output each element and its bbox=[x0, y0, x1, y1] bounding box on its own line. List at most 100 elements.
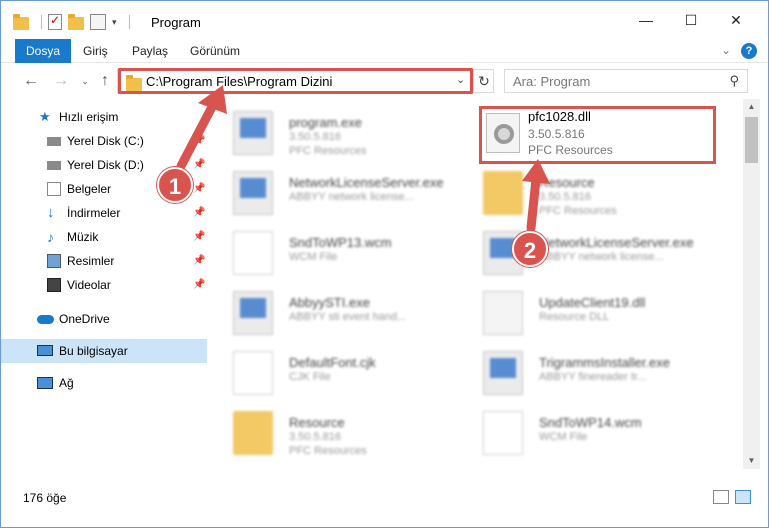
pin-icon[interactable]: 📌 bbox=[193, 249, 205, 273]
refresh-icon[interactable]: ↻ bbox=[473, 70, 494, 92]
list-item[interactable]: Resource 3.50.5.816 PFC Resources bbox=[459, 165, 709, 221]
documents-icon bbox=[47, 182, 61, 196]
file-icon bbox=[233, 351, 273, 395]
computer-icon bbox=[37, 345, 53, 356]
navigation-pane: ★ Hızlı erişim Yerel Disk (C:) 📌 Yerel D… bbox=[1, 99, 207, 461]
back-icon[interactable]: ← bbox=[21, 71, 41, 91]
pin-icon[interactable]: 📌 bbox=[193, 273, 205, 297]
search-icon[interactable]: ⚲ bbox=[729, 73, 739, 89]
sidebar-item-pictures[interactable]: Resimler 📌 bbox=[1, 249, 207, 273]
callout-1: 1 bbox=[157, 167, 193, 203]
star-icon: ★ bbox=[39, 109, 51, 124]
forward-icon[interactable]: → bbox=[51, 71, 71, 91]
file-name: SndToWP14.wcm bbox=[539, 415, 642, 430]
view-menu-icon[interactable] bbox=[90, 14, 106, 30]
window-title: Program bbox=[151, 15, 201, 30]
close-button[interactable]: ✕ bbox=[716, 7, 756, 33]
item-count: 176 öğe bbox=[23, 491, 67, 505]
network-icon bbox=[37, 377, 53, 389]
file-name: NetworkLicenseServer.exe bbox=[539, 235, 694, 250]
tab-home[interactable]: Giriş bbox=[83, 39, 108, 63]
folder-icon bbox=[233, 411, 273, 455]
ribbon-expand-icon[interactable]: ⌄ bbox=[721, 43, 731, 57]
file-version: 3.50.5.816 bbox=[539, 191, 591, 203]
drive-icon bbox=[47, 137, 61, 146]
video-icon bbox=[47, 278, 61, 292]
vertical-scrollbar[interactable]: ▲ ▼ bbox=[743, 99, 760, 469]
maximize-button[interactable]: ☐ bbox=[671, 7, 711, 33]
list-item[interactable]: SndToWP14.wcm WCM File bbox=[459, 405, 709, 461]
file-name: UpdateClient19.dll bbox=[539, 295, 646, 310]
sidebar-item-downloads[interactable]: ↓ İndirmeler 📌 bbox=[1, 201, 207, 225]
large-icons-view-icon[interactable] bbox=[735, 490, 751, 504]
file-icon bbox=[483, 411, 523, 455]
pictures-icon bbox=[47, 254, 61, 268]
navigation-bar: ← → ⌄ ↑ C:\Program Files\Program Dizini … bbox=[1, 63, 768, 99]
search-input[interactable]: Ara: Program ⚲ bbox=[504, 69, 748, 93]
pin-icon[interactable]: 📌 bbox=[193, 129, 205, 153]
sidebar-item-label: Hızlı erişim bbox=[59, 110, 119, 124]
file-company: PFC Resources bbox=[289, 145, 367, 157]
folder-icon bbox=[13, 13, 29, 30]
explorer-window: ▾ Program — ☐ ✕ Dosya Giriş Paylaş Görün… bbox=[0, 0, 769, 528]
exe-file-icon bbox=[233, 291, 273, 335]
file-company: PFC Resources bbox=[289, 445, 367, 457]
scroll-up-icon[interactable]: ▲ bbox=[743, 99, 760, 115]
separator bbox=[128, 15, 130, 29]
file-type: WCM File bbox=[539, 431, 588, 443]
sidebar-item-label: Yerel Disk (D:) bbox=[67, 158, 144, 172]
pin-icon[interactable]: 📌 bbox=[193, 153, 205, 177]
up-icon[interactable]: ↑ bbox=[95, 71, 115, 91]
details-view-icon[interactable] bbox=[713, 490, 729, 504]
pin-icon[interactable]: 📌 bbox=[193, 201, 205, 225]
file-name: Resource bbox=[289, 415, 345, 430]
list-item[interactable]: program.exe 3.50.5.816 PFC Resources bbox=[209, 105, 459, 161]
sidebar-item-onedrive[interactable]: OneDrive bbox=[1, 307, 207, 331]
sidebar-item-quick-access[interactable]: ★ Hızlı erişim bbox=[1, 105, 207, 129]
help-button[interactable]: ? bbox=[741, 43, 757, 59]
sidebar-item-music[interactable]: ♪ Müzik 📌 bbox=[1, 225, 207, 249]
file-name: AbbyySTI.exe bbox=[289, 295, 370, 310]
file-name: TrigrammsInstaller.exe bbox=[539, 355, 670, 370]
sidebar-item-local-disk-c[interactable]: Yerel Disk (C:) 📌 bbox=[1, 129, 207, 153]
address-bar[interactable]: C:\Program Files\Program Dizini ⌄ ↻ bbox=[117, 69, 494, 93]
list-item[interactable]: TrigrammsInstaller.exe ABBYY finereader … bbox=[459, 345, 709, 401]
tab-view[interactable]: Görünüm bbox=[190, 39, 240, 63]
list-item[interactable]: NetworkLicenseServer.exe ABBYY network l… bbox=[459, 225, 709, 281]
pin-icon[interactable]: 📌 bbox=[193, 177, 205, 201]
qa-customize-icon[interactable]: ▾ bbox=[112, 17, 117, 28]
list-item[interactable]: SndToWP13.wcm WCM File bbox=[209, 225, 459, 281]
sidebar-item-this-pc[interactable]: Bu bilgisayar bbox=[1, 339, 207, 363]
exe-file-icon bbox=[483, 351, 523, 395]
file-description: ABBYY finereader tr... bbox=[539, 371, 647, 383]
tab-file[interactable]: Dosya bbox=[15, 39, 71, 63]
sidebar-item-label: Müzik bbox=[67, 230, 99, 244]
list-item[interactable]: AbbyySTI.exe ABBYY sti event hand... bbox=[209, 285, 459, 341]
minimize-button[interactable]: — bbox=[626, 7, 666, 33]
tab-share[interactable]: Paylaş bbox=[132, 39, 168, 63]
file-type: Resource DLL bbox=[539, 311, 610, 323]
file-type: CJK File bbox=[289, 371, 331, 383]
scroll-thumb[interactable] bbox=[745, 117, 758, 163]
list-item[interactable]: DefaultFont.cjk CJK File bbox=[209, 345, 459, 401]
file-name: Resource bbox=[539, 175, 595, 190]
file-icon bbox=[233, 231, 273, 275]
list-item-pfc1028-dll[interactable]: pfc1028.dll 3.50.5.816 PFC Resources bbox=[482, 109, 713, 161]
quick-access-toolbar: ▾ bbox=[13, 13, 136, 31]
exe-file-icon bbox=[233, 111, 273, 155]
gear-icon bbox=[494, 124, 514, 144]
list-item[interactable]: Resource 3.50.5.816 PFC Resources bbox=[209, 405, 459, 461]
recent-locations-icon[interactable]: ⌄ bbox=[75, 71, 95, 91]
new-folder-icon[interactable] bbox=[68, 13, 84, 30]
scroll-down-icon[interactable]: ▼ bbox=[743, 453, 760, 469]
properties-icon[interactable] bbox=[48, 13, 62, 30]
address-path[interactable]: C:\Program Files\Program Dizini bbox=[146, 74, 332, 89]
address-dropdown-icon[interactable]: ⌄ bbox=[456, 73, 465, 86]
sidebar-item-network[interactable]: Ağ bbox=[1, 371, 207, 395]
file-company: PFC Resources bbox=[539, 205, 617, 217]
pin-icon[interactable]: 📌 bbox=[193, 225, 205, 249]
list-item[interactable]: NetworkLicenseServer.exe ABBYY network l… bbox=[209, 165, 459, 221]
drive-icon bbox=[47, 161, 61, 170]
sidebar-item-videos[interactable]: Videolar 📌 bbox=[1, 273, 207, 297]
list-item[interactable]: UpdateClient19.dll Resource DLL bbox=[459, 285, 709, 341]
